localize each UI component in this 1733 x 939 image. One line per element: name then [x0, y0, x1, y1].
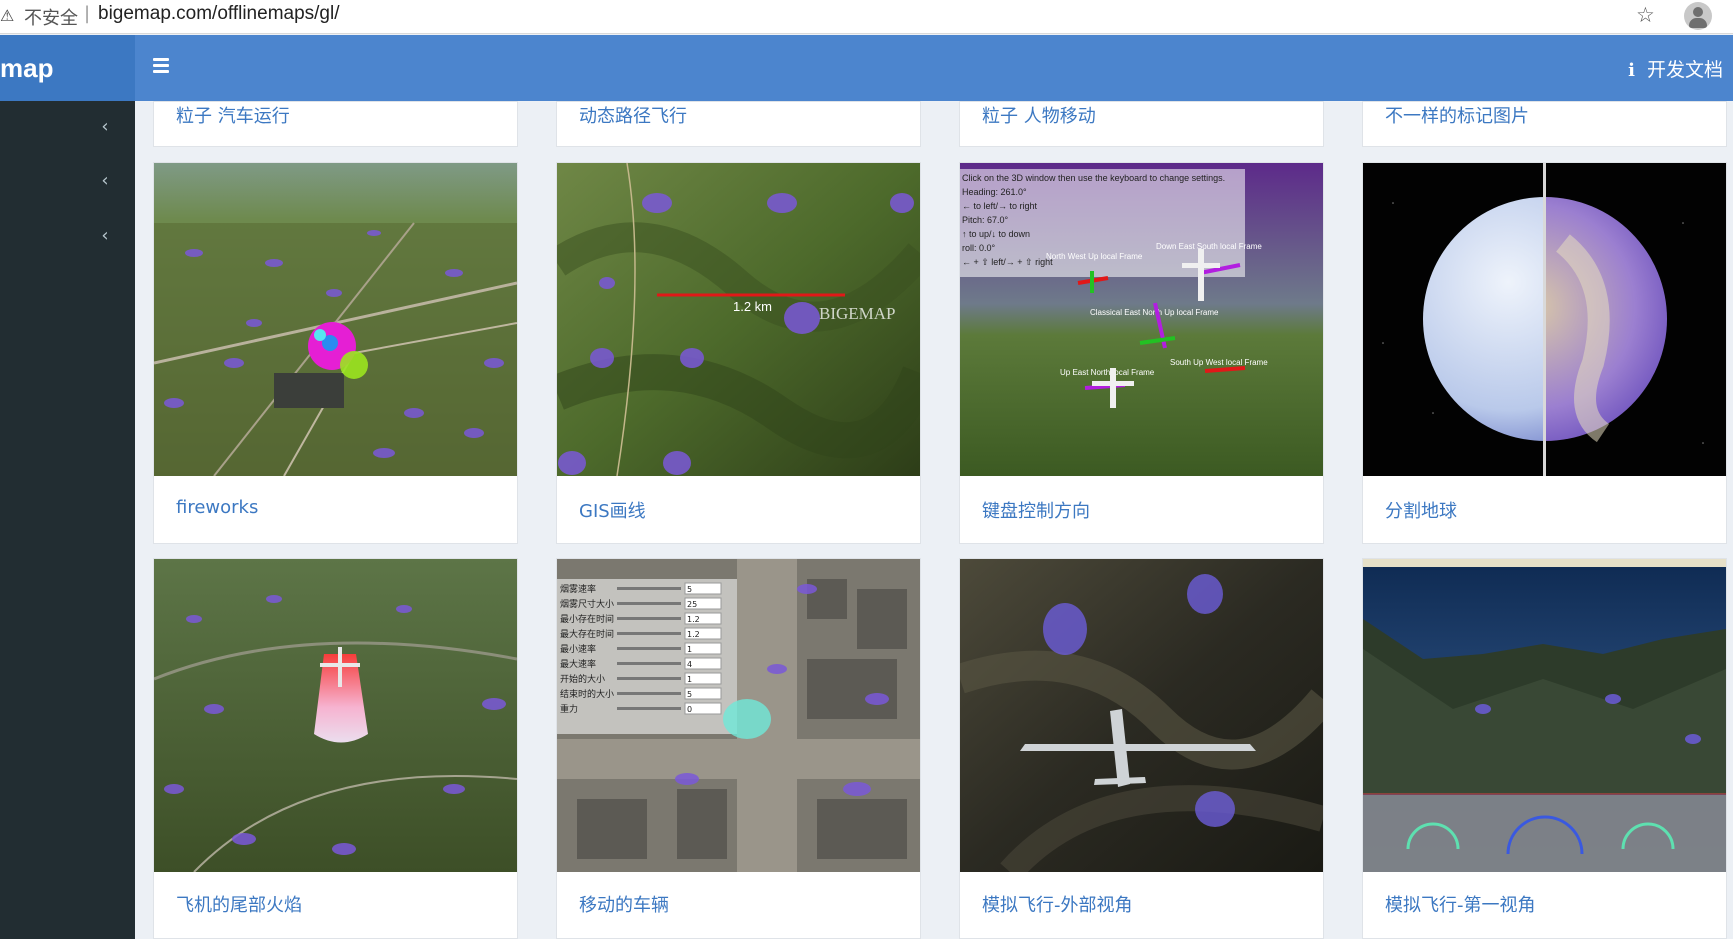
card-thumbnail[interactable]: Click on the 3D window then use the keyb…: [960, 163, 1323, 476]
param-label: 烟雾速率: [560, 583, 596, 595]
brand-logo[interactable]: map: [0, 35, 135, 101]
kb-help-line: Click on the 3D window then use the keyb…: [962, 173, 1225, 183]
kb-help-line: Pitch: 67.0°: [962, 215, 1009, 225]
watermark-text: BIGEMAP: [819, 304, 896, 323]
brand-text: map: [0, 53, 54, 83]
param-slider[interactable]: [617, 632, 681, 635]
card-title[interactable]: 分割地球: [1385, 497, 1457, 523]
example-card[interactable]: 分割地球: [1362, 162, 1727, 544]
chevron-left-icon[interactable]: ‹: [98, 226, 112, 246]
info-icon: i: [1628, 60, 1635, 81]
card-title[interactable]: GIS画线: [579, 497, 646, 523]
param-label: 最小存在时间: [560, 613, 614, 625]
param-slider[interactable]: [617, 677, 681, 680]
frame-label: North West Up local Frame: [1046, 252, 1143, 261]
param-value: 0: [687, 705, 692, 714]
kb-help-line: Heading: 261.0°: [962, 187, 1027, 197]
param-value: 1: [687, 675, 692, 684]
sidebar: ‹ ‹ ‹: [0, 101, 135, 939]
param-label: 重力: [560, 703, 578, 715]
url-separator: |: [84, 3, 91, 24]
param-value: 4: [687, 660, 692, 669]
chevron-left-icon[interactable]: ‹: [98, 171, 112, 191]
insecure-label[interactable]: 不安全: [24, 4, 78, 30]
card-thumbnail[interactable]: [154, 163, 517, 476]
frame-label: South Up West local Frame: [1170, 358, 1268, 367]
browser-url-bar: ⚠ 不安全 | bigemap.com/offlinemaps/gl/ ☆: [0, 0, 1733, 34]
param-slider[interactable]: [617, 587, 681, 590]
warning-icon[interactable]: ⚠: [0, 6, 14, 25]
param-label: 烟雾尺寸大小: [560, 598, 614, 610]
kb-help-line: ← + ⇧ left/→ + ⇧ right: [962, 257, 1053, 267]
card-thumbnail[interactable]: [1363, 559, 1726, 872]
hamburger-menu-icon[interactable]: [153, 58, 169, 73]
card-title[interactable]: 移动的车辆: [579, 891, 669, 917]
param-value: 1.2: [687, 630, 700, 639]
scale-label: 1.2 km: [733, 299, 772, 314]
card-title[interactable]: 动态路径飞行: [579, 102, 687, 128]
param-slider[interactable]: [617, 602, 681, 605]
example-card[interactable]: Click on the 3D window then use the keyb…: [959, 162, 1324, 544]
example-card[interactable]: 动态路径飞行: [556, 101, 921, 147]
chevron-left-icon[interactable]: ‹: [98, 117, 112, 137]
example-card[interactable]: 粒子 汽车运行: [153, 101, 518, 147]
card-thumbnail[interactable]: 1.2 km BIGEMAP: [557, 163, 920, 476]
param-label: 结束时的大小: [560, 688, 614, 700]
example-card[interactable]: 模拟飞行-外部视角: [959, 558, 1324, 939]
card-title[interactable]: 模拟飞行-外部视角: [982, 891, 1133, 917]
param-label: 最大存在时间: [560, 628, 614, 640]
card-title[interactable]: 粒子 人物移动: [982, 102, 1096, 128]
card-thumbnail[interactable]: 烟雾速率 5 烟雾尺寸大小 25 最小存在时间 1.2 最大存在时间 1.2 最小速率 1 最大速率…: [557, 559, 920, 872]
param-slider[interactable]: [617, 647, 681, 650]
param-value: 5: [687, 690, 692, 699]
card-title[interactable]: 模拟飞行-第一视角: [1385, 891, 1536, 917]
kb-help-line: ← to left/→ to right: [962, 201, 1038, 211]
card-thumbnail[interactable]: [1363, 163, 1726, 476]
top-navbar: i 开发文档: [135, 35, 1733, 101]
param-slider[interactable]: [617, 617, 681, 620]
address-field[interactable]: bigemap.com/offlinemaps/gl/: [98, 3, 340, 25]
example-card[interactable]: fireworks: [153, 162, 518, 544]
card-title[interactable]: 飞机的尾部火焰: [176, 891, 302, 917]
param-slider[interactable]: [617, 662, 681, 665]
example-card[interactable]: 烟雾速率 5 烟雾尺寸大小 25 最小存在时间 1.2 最大存在时间 1.2 最小速率 1 最大速率…: [556, 558, 921, 939]
card-title[interactable]: fireworks: [176, 497, 258, 518]
example-card[interactable]: 飞机的尾部火焰: [153, 558, 518, 939]
card-title[interactable]: 键盘控制方向: [982, 497, 1090, 523]
kb-help-line: ↑ to up/↓ to down: [962, 229, 1030, 239]
dev-docs-label: 开发文档: [1646, 59, 1723, 81]
card-title[interactable]: 粒子 汽车运行: [176, 102, 290, 128]
param-value: 1: [687, 645, 692, 654]
star-icon[interactable]: ☆: [1636, 3, 1655, 27]
param-slider[interactable]: [617, 692, 681, 695]
card-title[interactable]: 不一样的标记图片: [1385, 102, 1529, 128]
frame-label: Up East North local Frame: [1060, 368, 1155, 377]
example-card[interactable]: 模拟飞行-第一视角: [1362, 558, 1727, 939]
dev-docs-link[interactable]: i 开发文档: [1628, 55, 1723, 82]
example-card[interactable]: 1.2 km BIGEMAP GIS画线: [556, 162, 921, 544]
example-card[interactable]: 不一样的标记图片: [1362, 101, 1727, 147]
frame-label: Down East South local Frame: [1156, 242, 1262, 251]
example-card[interactable]: 粒子 人物移动: [959, 101, 1324, 147]
card-thumbnail[interactable]: [960, 559, 1323, 872]
param-label: 最大速率: [560, 658, 596, 670]
param-value: 1.2: [687, 615, 700, 624]
profile-icon[interactable]: [1684, 2, 1712, 30]
param-value: 5: [687, 585, 692, 594]
param-value: 25: [687, 600, 697, 609]
param-label: 开始的大小: [560, 673, 605, 685]
param-label: 最小速率: [560, 643, 596, 655]
kb-help-line: roll: 0.0°: [962, 243, 996, 253]
param-slider[interactable]: [617, 707, 681, 710]
card-thumbnail[interactable]: [154, 559, 517, 872]
